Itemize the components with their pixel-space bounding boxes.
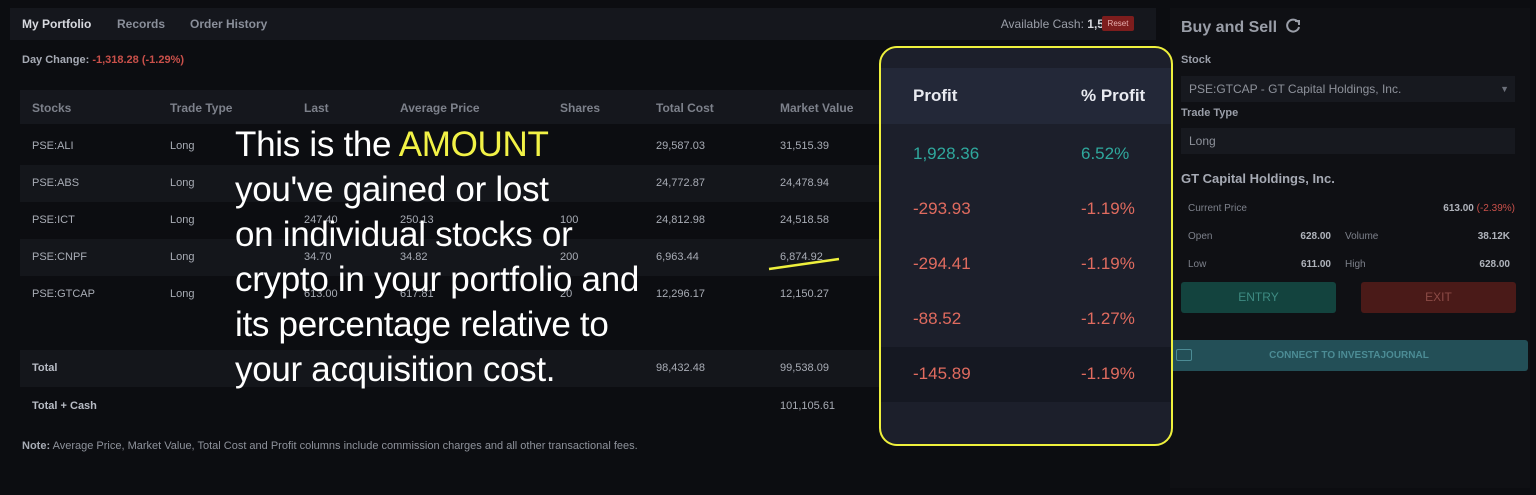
profit-row: 1,928.36 6.52% xyxy=(881,127,1171,182)
th-last: Last xyxy=(304,101,329,115)
cell-trade-type: Long xyxy=(170,140,195,152)
connect-investajournal-button[interactable]: CONNECT TO INVESTAJOURNAL xyxy=(1170,340,1528,371)
connect-label: CONNECT TO INVESTAJOURNAL xyxy=(1269,350,1429,361)
cell-trade-type: Long xyxy=(170,251,195,263)
volume-value: 38.12K xyxy=(1477,231,1510,242)
percent-profit-value: -1.19% xyxy=(1081,199,1135,218)
day-change-label: Day Change: xyxy=(22,54,90,66)
total-label: Total xyxy=(32,362,58,374)
tab-my-portfolio[interactable]: My Portfolio xyxy=(22,17,91,31)
trade-type-field[interactable]: Long xyxy=(1181,128,1515,154)
profit-value: -88.52 xyxy=(913,309,962,328)
tab-records[interactable]: Records xyxy=(117,17,165,31)
cell-trade-type: Long xyxy=(170,214,195,226)
cell-trade-type: Long xyxy=(170,288,195,300)
cell-stock: PSE:GTCAP xyxy=(32,288,95,300)
high-value: 628.00 xyxy=(1479,259,1510,270)
current-price: 613.00 (-2.39%) xyxy=(1400,203,1515,214)
current-price-label: Current Price xyxy=(1188,203,1247,214)
portfolio-tabs: My Portfolio Records Order History xyxy=(10,8,1156,40)
low-label: Low xyxy=(1188,259,1207,270)
callout-line-4: crypto in your portfolio and xyxy=(235,260,640,299)
callout-pointer-line xyxy=(768,257,840,271)
tab-order-history[interactable]: Order History xyxy=(190,17,267,31)
profit-row: -293.93 -1.19% xyxy=(881,182,1171,237)
day-change-value: -1,318.28 (-1.29%) xyxy=(92,54,185,66)
cell-stock: PSE:ABS xyxy=(32,177,80,189)
buy-sell-title: Buy and Sell xyxy=(1181,18,1301,39)
total-cash-market-value: 101,105.61 xyxy=(780,400,836,412)
profit-row: -88.52 -1.27% xyxy=(881,292,1171,347)
profit-highlight-panel: Profit % Profit 1,928.36 6.52% -293.93 -… xyxy=(879,46,1173,446)
th-trade-type: Trade Type xyxy=(170,101,233,115)
profit-value: -294.41 xyxy=(913,254,971,273)
th-stocks: Stocks xyxy=(32,101,72,115)
profit-row: -145.89 -1.19% xyxy=(881,347,1171,402)
chevron-down-icon: ▼ xyxy=(1500,84,1509,94)
callout-line-5: its percentage relative to xyxy=(235,305,609,344)
high-label: High xyxy=(1345,259,1366,270)
th-shares: Shares xyxy=(560,101,601,115)
table-total-cash-row: Total + Cash 101,105.61 xyxy=(20,388,880,425)
profit-column-header: Profit xyxy=(913,86,958,105)
open-value: 628.00 xyxy=(1300,231,1331,242)
th-total-cost: Total Cost xyxy=(656,101,714,115)
callout-line-2: you've gained or lost xyxy=(235,170,549,209)
entry-button[interactable]: ENTRY xyxy=(1181,282,1336,313)
table-header: Stocks Trade Type Last Average Price Sha… xyxy=(20,90,880,124)
footnote: Note: Average Price, Market Value, Total… xyxy=(22,440,638,452)
journal-icon xyxy=(1176,349,1192,361)
callout-line-1-pre: This is the xyxy=(235,125,399,164)
buy-sell-title-text: Buy and Sell xyxy=(1181,19,1278,36)
available-cash-label: Available Cash: xyxy=(1000,17,1084,31)
profit-panel-header: Profit % Profit xyxy=(881,68,1171,124)
percent-profit-value: 6.52% xyxy=(1081,144,1130,163)
exit-button[interactable]: EXIT xyxy=(1361,282,1516,313)
callout-line-1: This is the AMOUNT xyxy=(235,122,795,167)
volume-label: Volume xyxy=(1345,231,1379,242)
profit-value: -145.89 xyxy=(913,364,971,383)
reset-button[interactable]: Reset xyxy=(1102,16,1134,31)
percent-profit-column-header: % Profit xyxy=(1081,86,1146,105)
refresh-icon[interactable] xyxy=(1285,18,1301,39)
trade-type-label: Trade Type xyxy=(1181,107,1239,119)
current-price-change: (-2.39%) xyxy=(1476,203,1515,214)
callout-line-6: your acquisition cost. xyxy=(235,350,556,389)
stock-select[interactable]: PSE:GTCAP - GT Capital Holdings, Inc. ▼ xyxy=(1181,76,1515,102)
percent-profit-value: -1.27% xyxy=(1081,309,1135,328)
callout-text: This is the AMOUNT you've gained or lost… xyxy=(235,122,795,392)
th-average-price: Average Price xyxy=(400,101,480,115)
open-label: Open xyxy=(1188,231,1213,242)
footnote-label: Note: xyxy=(22,440,51,452)
cell-trade-type: Long xyxy=(170,177,195,189)
percent-profit-value: -1.19% xyxy=(1081,254,1135,273)
callout-highlight: AMOUNT xyxy=(398,125,549,164)
day-change: Day Change: -1,318.28 (-1.29%) xyxy=(22,54,184,66)
cell-stock: PSE:ALI xyxy=(32,140,74,152)
th-market-value: Market Value xyxy=(780,101,854,115)
percent-profit-value: -1.19% xyxy=(1081,364,1135,383)
company-name: GT Capital Holdings, Inc. xyxy=(1181,171,1335,186)
profit-row: -294.41 -1.19% xyxy=(881,237,1171,292)
footnote-text: Average Price, Market Value, Total Cost … xyxy=(52,440,638,452)
profit-value: 1,928.36 xyxy=(913,144,980,163)
cell-stock: PSE:ICT xyxy=(32,214,75,226)
cell-stock: PSE:CNPF xyxy=(32,251,88,263)
callout-line-3: on individual stocks or xyxy=(235,215,573,254)
total-cash-label: Total + Cash xyxy=(32,400,97,412)
profit-value: -293.93 xyxy=(913,199,971,218)
low-value: 611.00 xyxy=(1300,259,1331,270)
current-price-value: 613.00 xyxy=(1443,203,1474,214)
stock-label: Stock xyxy=(1181,54,1211,66)
stock-select-value: PSE:GTCAP - GT Capital Holdings, Inc. xyxy=(1189,82,1402,96)
